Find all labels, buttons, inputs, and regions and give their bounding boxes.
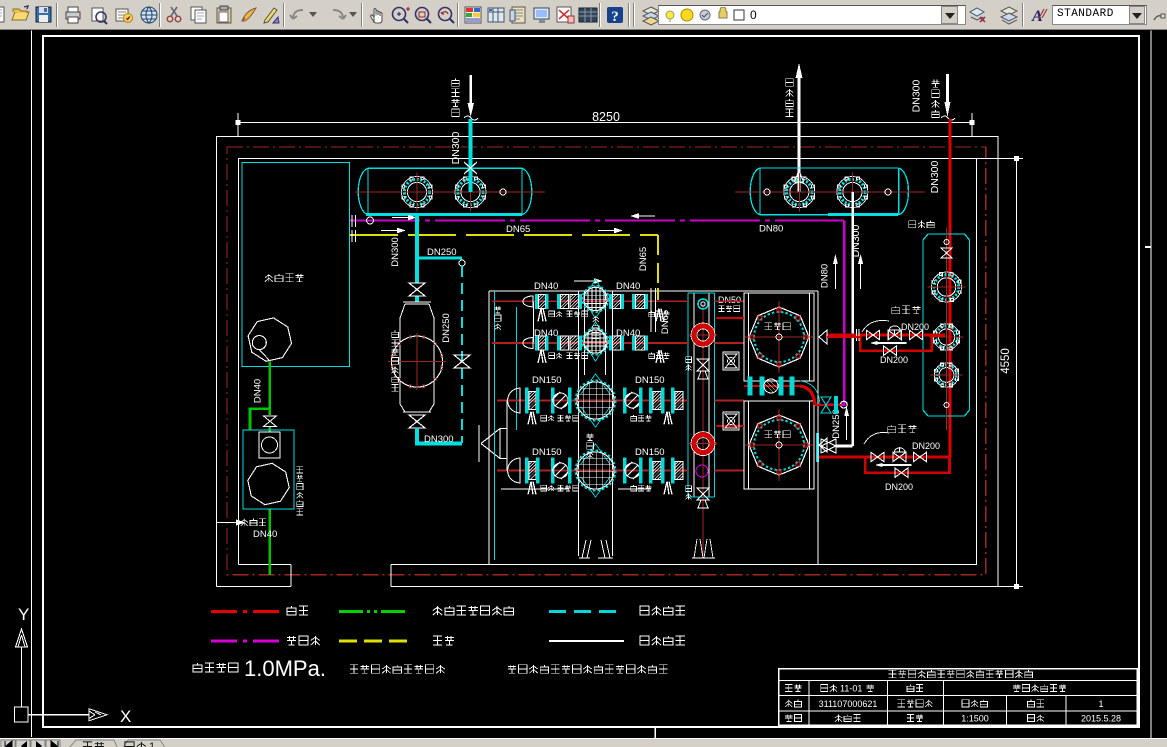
svg-text:DN65: DN65 [506,224,530,235]
svg-text:?: ? [611,9,619,25]
svg-text:DN40: DN40 [534,328,558,339]
svg-text:1: 1 [1098,699,1103,709]
svg-text:DN300: DN300 [424,434,454,445]
svg-text:1:1500: 1:1500 [961,714,989,724]
svg-text:4550: 4550 [1000,348,1012,374]
svg-text:DN300: DN300 [390,237,401,267]
svg-text:DN300: DN300 [450,131,462,164]
svg-text:DN150: DN150 [532,375,562,386]
svg-text:DN200: DN200 [901,322,929,332]
svg-text:DN40: DN40 [253,529,277,540]
svg-text:DN250: DN250 [441,313,452,343]
svg-text:DN200: DN200 [880,355,908,365]
svg-text:DN300: DN300 [929,160,941,193]
svg-text:DN40: DN40 [253,379,264,403]
svg-text:Y: Y [18,605,29,624]
svg-text:X: X [120,707,131,726]
svg-text:DN150: DN150 [635,375,665,386]
svg-text:311107000621: 311107000621 [819,699,878,709]
svg-text:DN150: DN150 [532,447,562,458]
svg-text:DN80: DN80 [759,224,783,235]
svg-text:8250: 8250 [592,110,620,124]
svg-text:1: 1 [149,741,155,747]
svg-text:DN40: DN40 [616,328,640,339]
svg-text:A: A [1031,8,1043,25]
svg-text:1.0MPa.: 1.0MPa. [244,656,326,681]
svg-text:DN300: DN300 [850,224,862,257]
svg-text:DN80: DN80 [820,264,831,288]
svg-text:DN300: DN300 [911,79,923,112]
svg-text:DN50: DN50 [718,295,741,305]
svg-text:DN65: DN65 [660,310,671,334]
svg-text:DN65: DN65 [638,247,649,271]
svg-text:DN250: DN250 [427,247,457,258]
svg-text:DN200: DN200 [885,482,913,492]
svg-text:DN150: DN150 [635,447,665,458]
svg-text:11-01: 11-01 [840,684,862,694]
svg-text:DN40: DN40 [534,281,558,292]
svg-text:2015.5.28: 2015.5.28 [1081,714,1121,724]
svg-text:DN40: DN40 [616,281,640,292]
svg-text:DN200: DN200 [912,441,940,451]
